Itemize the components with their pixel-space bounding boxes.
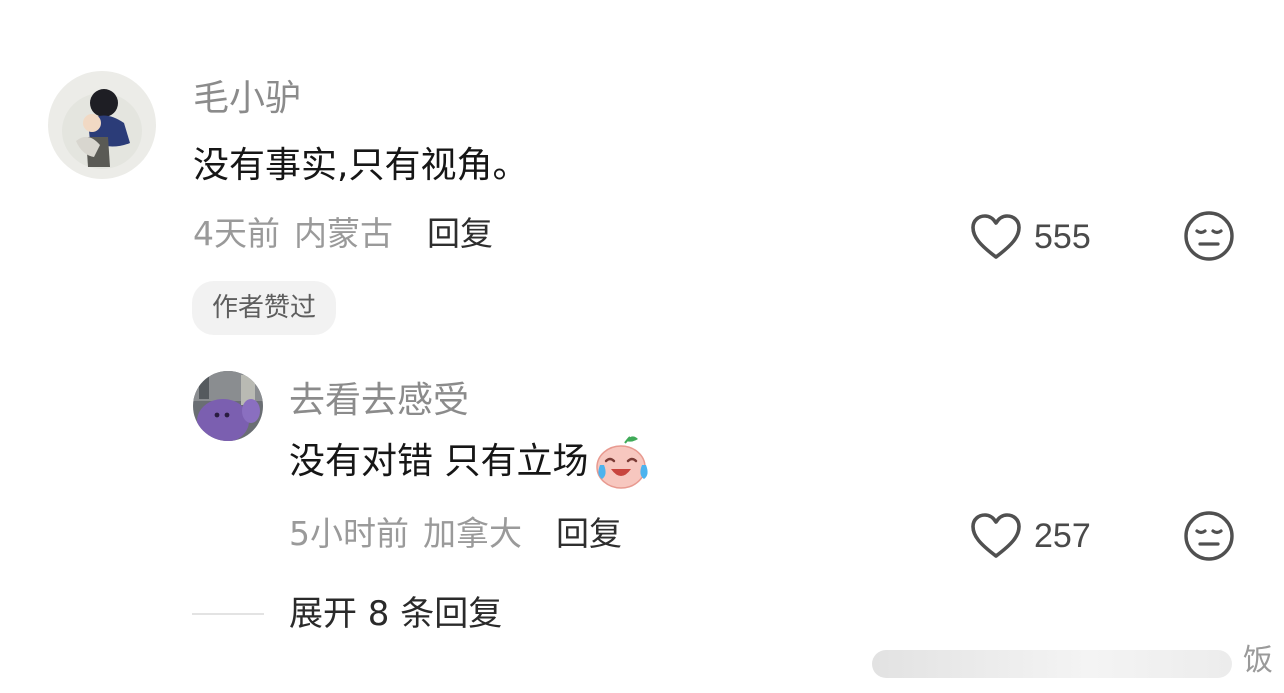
reply-time: 5小时前 <box>289 514 409 553</box>
reply-button[interactable]: 回复 <box>556 517 622 550</box>
neutral-face-icon <box>1184 511 1234 561</box>
watermark-text: 饭 <box>1243 643 1273 678</box>
comment-username[interactable]: 毛小驴 <box>193 81 301 117</box>
reply-content-row: 没有对错 只有立场 <box>289 433 650 491</box>
neutral-face-icon <box>1184 211 1234 261</box>
reply-location: 加拿大 <box>423 514 522 553</box>
reply-meta: 5小时前 加拿大 回复 <box>289 517 622 550</box>
like-count: 555 <box>1034 218 1091 256</box>
like-button[interactable]: 555 <box>970 213 1091 261</box>
comment-meta: 4天前 内蒙古 回复 <box>193 217 493 250</box>
reply-button[interactable]: 回复 <box>427 217 493 250</box>
like-button[interactable]: 257 <box>970 512 1091 560</box>
reply-username[interactable]: 去看去感受 <box>289 383 469 419</box>
author-liked-badge: 作者赞过 <box>192 281 337 335</box>
heart-icon <box>971 513 1021 558</box>
avatar-image <box>48 71 156 179</box>
reply-content: 没有对错 只有立场 <box>289 441 589 482</box>
expand-divider <box>192 613 264 615</box>
comment-location: 内蒙古 <box>294 214 393 253</box>
reaction-button[interactable] <box>1183 510 1235 566</box>
commenter-avatar[interactable] <box>48 71 156 179</box>
comment-content: 没有事实,只有视角。 <box>193 145 529 186</box>
comment-time: 4天前 <box>193 214 280 253</box>
expand-replies-button[interactable]: 展开 8 条回复 <box>289 597 502 631</box>
watermark-strip <box>872 650 1232 678</box>
like-count: 257 <box>1034 517 1091 555</box>
replier-avatar[interactable] <box>193 371 263 441</box>
heart-icon <box>971 214 1021 259</box>
avatar-image <box>193 371 263 441</box>
laughing-crying-emoji <box>596 436 649 489</box>
reaction-button[interactable] <box>1183 210 1235 266</box>
